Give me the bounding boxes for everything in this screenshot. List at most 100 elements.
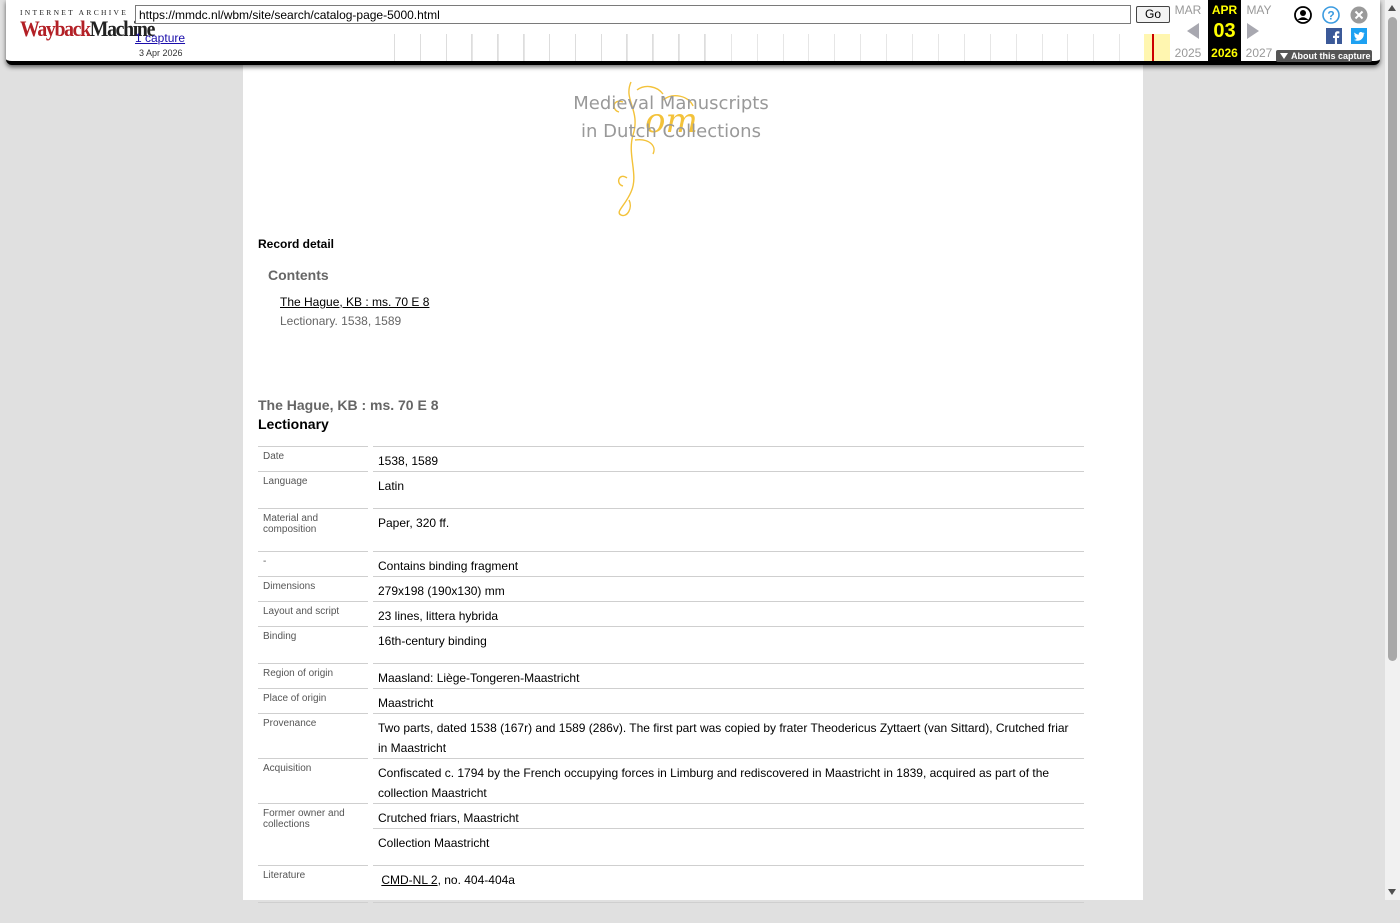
table-row: Collection Maastricht (258, 828, 1084, 866)
wayback-url-input[interactable] (135, 5, 1131, 24)
sparkline-year-divider (626, 34, 628, 61)
field-value: Maasland: Liège-Tongeren-Maastricht (373, 663, 1084, 689)
field-value: Collection Maastricht (373, 828, 1084, 866)
prev-year-label[interactable]: 2025 (1172, 46, 1204, 60)
table-row: Dimensions 279x198 (190x130) mm (258, 576, 1084, 602)
sparkline-month-divider (989, 34, 991, 61)
sparkline-month-divider (912, 34, 913, 61)
field-label: Binding (258, 626, 368, 664)
wayback-logo[interactable]: INTERNET ARCHIVE WaybackMachine (20, 8, 155, 41)
contents-heading: Contents (268, 267, 329, 283)
field-label: Provenance (258, 713, 368, 759)
sparkline-year-divider (703, 34, 705, 61)
close-icon[interactable] (1350, 6, 1368, 24)
sparkline-month-divider (860, 34, 862, 61)
sparkline-month-divider (937, 34, 939, 61)
scroll-down-arrow-icon[interactable] (1388, 889, 1396, 895)
field-label: Place of origin (258, 688, 368, 714)
twitter-icon[interactable] (1351, 28, 1367, 44)
page-scrollbar[interactable] (1385, 0, 1400, 900)
table-row: Literature CMD-NL 2, no. 404-404a (258, 865, 1084, 903)
field-value: 16th-century binding (373, 626, 1084, 664)
sparkline-month-divider (756, 34, 758, 61)
site-logo-text: Medieval Manuscripts in Dutch Collection… (561, 90, 781, 146)
user-account-icon[interactable] (1294, 6, 1312, 24)
sparkline-year-divider (523, 34, 525, 61)
sparkline-year-divider (497, 34, 499, 61)
sparkline-year-divider (678, 34, 680, 61)
field-label: Material and composition (258, 508, 368, 552)
sparkline-month-divider (1015, 34, 1017, 61)
table-row: Layout and script 23 lines, littera hybr… (258, 601, 1084, 627)
table-row: Provenance Two parts, dated 1538 (167r) … (258, 713, 1084, 759)
field-label: Language (258, 471, 368, 509)
field-label: Former owner and collections (258, 803, 368, 866)
sparkline-year-divider (548, 34, 550, 61)
manuscript-type: Lectionary (258, 416, 329, 432)
sparkline-month-divider (834, 34, 836, 61)
record-detail-heading: Record detail (258, 237, 335, 251)
logo-line-2: in Dutch Collections (581, 121, 761, 142)
scrollbar-thumb[interactable] (1388, 17, 1397, 661)
field-value: Paper, 320 ff. (373, 508, 1084, 552)
field-value: Crutched friars, Maastricht (373, 803, 1084, 829)
literature-link[interactable]: CMD-NL 2 (381, 873, 437, 887)
field-label: Region of origin (258, 663, 368, 689)
table-row: Date 1538, 1589 (258, 446, 1084, 472)
prev-capture-arrow-icon[interactable] (1186, 22, 1200, 40)
sparkline-year-divider (419, 34, 421, 61)
field-label (258, 902, 368, 923)
field-label: Date (258, 446, 368, 472)
sparkline-capture-marker[interactable] (1152, 34, 1154, 61)
current-year: 2026 (1211, 46, 1238, 60)
next-year-label[interactable]: 2027 (1243, 46, 1275, 60)
help-icon[interactable]: ? (1322, 6, 1340, 24)
sparkline-year-divider (600, 34, 602, 61)
wayback-toolbar: INTERNET ARCHIVE WaybackMachine Go 1 cap… (6, 0, 1380, 65)
sparkline-month-divider (1067, 34, 1069, 61)
sparkline-month-divider (808, 34, 810, 61)
current-month: APR (1211, 3, 1238, 17)
wayback-word: Wayback (20, 16, 91, 41)
sparkline-month-divider (730, 34, 732, 61)
next-capture-arrow-icon[interactable] (1246, 22, 1260, 40)
field-value: Contains binding fragment (373, 551, 1084, 577)
prev-month-label[interactable]: MAR (1172, 3, 1204, 17)
next-month-label[interactable]: MAY (1243, 3, 1275, 17)
field-label: - (258, 551, 368, 577)
table-row: Material and composition Paper, 320 ff. (258, 508, 1084, 552)
capture-sparkline[interactable] (394, 34, 1170, 61)
contents-manuscript-link[interactable]: The Hague, KB : ms. 70 E 8 (280, 295, 429, 309)
sparkline-month-divider (886, 34, 888, 61)
captures-link[interactable]: 1 capture (135, 31, 185, 45)
current-day: 03 (1213, 20, 1236, 42)
table-row: Acquisition Confiscated c. 1794 by the F… (258, 758, 1084, 804)
field-label: Literature (258, 865, 368, 903)
facebook-icon[interactable] (1326, 28, 1342, 44)
sparkline-year-divider (394, 34, 395, 61)
table-row (258, 902, 1084, 923)
table-row: Place of origin Maastricht (258, 688, 1084, 714)
sparkline-year-divider (445, 34, 447, 61)
table-row: - Contains binding fragment (258, 551, 1084, 577)
sparkline-month-divider (782, 34, 784, 61)
about-capture-button[interactable]: About this capture (1276, 50, 1372, 62)
field-value: Two parts, dated 1538 (167r) and 1589 (2… (373, 713, 1084, 759)
site-logo[interactable]: om Medieval Manuscripts in Dutch Collect… (553, 80, 783, 220)
capture-date: 3 Apr 2026 (139, 48, 183, 58)
field-value (373, 902, 1084, 923)
field-value: CMD-NL 2, no. 404-404a (373, 865, 1084, 903)
sparkline-month-divider (1041, 34, 1043, 61)
field-value: Latin (373, 471, 1084, 509)
field-value: Maastricht (373, 688, 1084, 714)
field-value: 23 lines, littera hybrida (373, 601, 1084, 627)
logo-line-1: Medieval Manuscripts (573, 93, 769, 114)
sparkline-year-divider (574, 34, 576, 61)
field-value: 1538, 1589 (373, 446, 1084, 472)
go-button[interactable]: Go (1136, 6, 1170, 23)
scroll-up-arrow-icon[interactable] (1388, 5, 1396, 11)
field-label: Acquisition (258, 758, 368, 804)
table-row: Former owner and collections Crutched fr… (258, 803, 1084, 866)
sparkline-month-divider (963, 34, 965, 61)
field-value: Confiscated c. 1794 by the French occupy… (373, 758, 1084, 804)
